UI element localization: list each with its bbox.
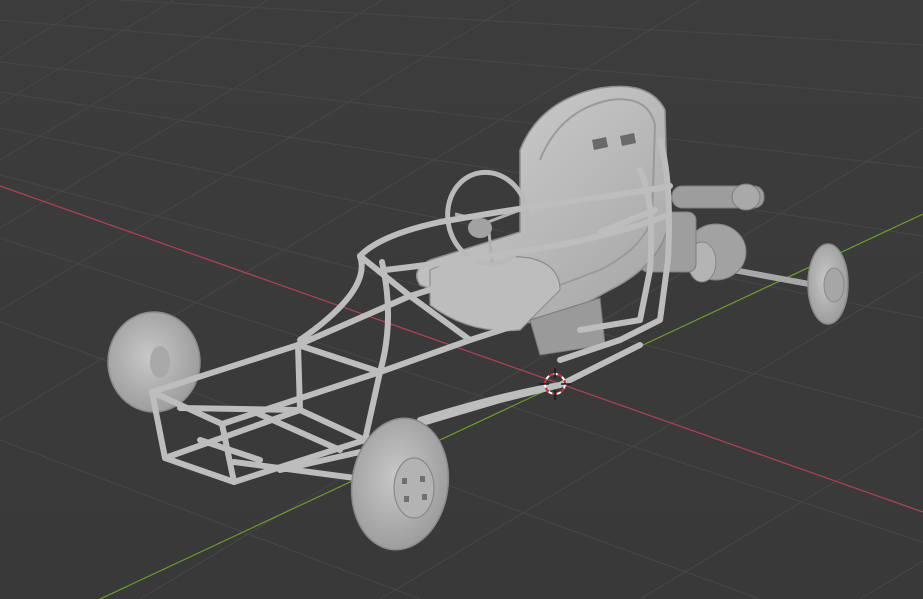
3d-viewport[interactable] — [0, 0, 923, 599]
viewport-canvas[interactable] — [0, 0, 923, 599]
